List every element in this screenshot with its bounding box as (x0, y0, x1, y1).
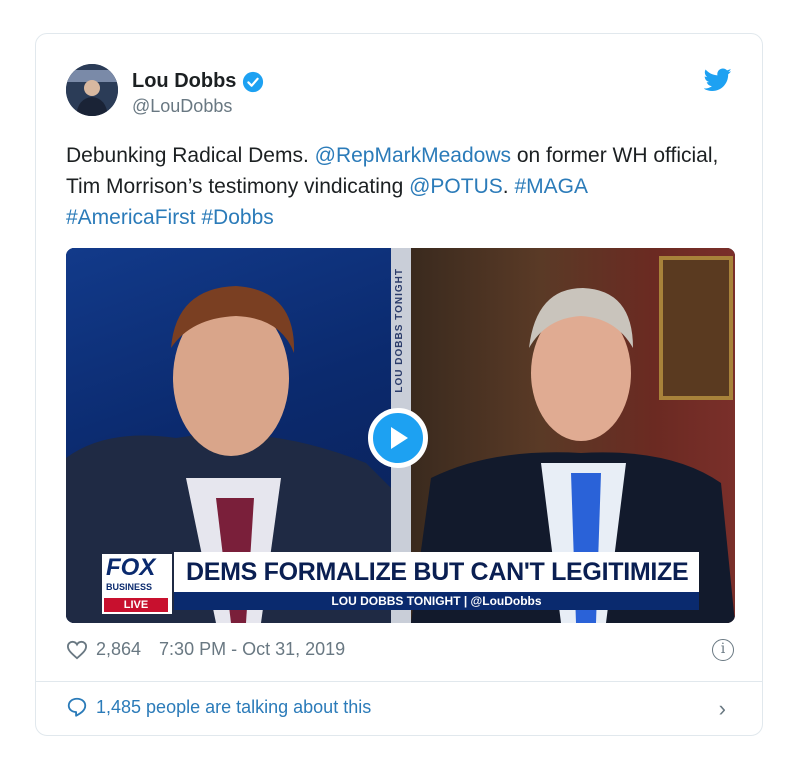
heart-icon[interactable] (66, 640, 88, 660)
logo-word: FOX (106, 554, 156, 581)
network-logo: FOX BUSINESS LIVE (102, 554, 172, 614)
timestamp[interactable]: 7:30 PM - Oct 31, 2019 (159, 639, 345, 660)
news-lower-third: FOX BUSINESS LIVE DEMS FORMALIZE BUT CAN… (66, 548, 735, 623)
chevron-right-icon[interactable]: › (719, 696, 726, 722)
conversation-text[interactable]: 1,485 people are talking about this (96, 697, 371, 718)
live-badge: LIVE (104, 598, 168, 612)
logo-sub: BUSINESS (106, 582, 153, 592)
tweet-card: Lou Dobbs @LouDobbs Debunking Radical De… (35, 33, 763, 736)
tweet-text-part: . (502, 175, 515, 198)
info-icon[interactable]: i (712, 639, 734, 661)
author-row: Lou Dobbs (132, 70, 264, 93)
avatar[interactable] (66, 64, 118, 116)
tweet-text: Debunking Radical Dems. @RepMarkMeadows … (66, 140, 736, 233)
tweet-text-part: Debunking Radical Dems. (66, 144, 315, 167)
divider-text: LOU DOBBS TONIGHT (394, 268, 405, 393)
play-icon (391, 427, 408, 449)
hashtag-link[interactable]: #AmericaFirst (66, 206, 196, 229)
verified-icon (243, 71, 264, 92)
conversation-link[interactable]: 1,485 people are talking about this (66, 696, 371, 718)
chyron-show: LOU DOBBS TONIGHT | @LouDobbs (174, 592, 699, 610)
tweet-footer: 2,864 7:30 PM - Oct 31, 2019 (66, 639, 345, 660)
hashtag-link[interactable]: #MAGA (514, 175, 588, 198)
author-name[interactable]: Lou Dobbs (132, 70, 236, 93)
author-handle[interactable]: @LouDobbs (132, 96, 232, 117)
like-count[interactable]: 2,864 (96, 639, 141, 660)
video-player[interactable]: LOU DOBBS TONIGHT FOX BUSINESS LIVE DEMS… (66, 248, 735, 623)
speech-bubble-icon (67, 697, 87, 717)
hashtag-link[interactable]: #Dobbs (201, 206, 273, 229)
chyron-headline: DEMS FORMALIZE BUT CAN'T LEGITIMIZE (174, 552, 699, 592)
twitter-bird-icon[interactable] (704, 68, 732, 92)
mention-link[interactable]: @RepMarkMeadows (315, 144, 511, 167)
divider-line (36, 681, 762, 682)
play-button[interactable] (368, 408, 428, 468)
mention-link[interactable]: @POTUS (409, 175, 503, 198)
